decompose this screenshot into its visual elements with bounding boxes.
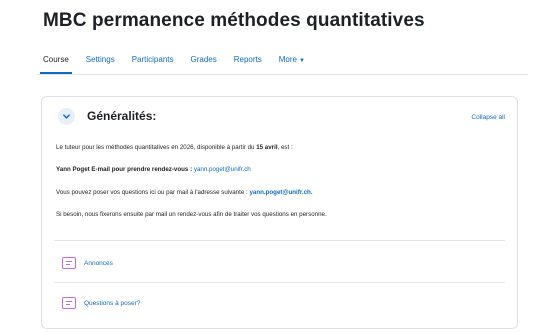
tab-course[interactable]: Course [40,53,72,74]
tab-more-label: More [278,55,297,64]
tab-reports[interactable]: Reports [234,53,262,71]
summary-paragraph: Vous pouvez poser vos questions ici ou p… [56,188,313,197]
section-collapse-toggle[interactable] [58,108,75,125]
summary-text: Le tuteur pour les méthodes quantitative… [56,144,257,151]
nav-divider [37,74,528,75]
email-link[interactable]: yann.poget@unifr.ch [194,166,251,173]
tab-participants[interactable]: Participants [132,53,174,71]
summary-paragraph: Le tuteur pour les méthodes quantitative… [56,143,293,152]
summary-text: , est : [277,144,293,151]
tab-settings[interactable]: Settings [86,53,115,71]
page-title: MBC permanence méthodes quantitatives [43,10,425,31]
activity-annonces[interactable]: Annonces [62,257,113,269]
activity-questions[interactable]: Questions à poser? [62,297,140,309]
summary-date: 15 avril [256,144,278,151]
forum-icon [62,257,76,269]
forum-icon [62,297,76,309]
course-nav: Course Settings Participants Grades Repo… [40,53,322,74]
tutor-contact-label: Yann Poget E-mail pour prendre rendez-vo… [56,166,193,173]
section-card: Généralités: Collapse all Le tuteur pour… [41,96,518,329]
collapse-all-link[interactable]: Collapse all [471,114,505,121]
activity-label[interactable]: Annonces [84,260,113,267]
tab-more[interactable]: More ▼ [279,53,305,71]
email-link[interactable]: yann.poget@unifr.ch. [249,189,312,196]
summary-paragraph: Yann Poget E-mail pour prendre rendez-vo… [56,165,251,174]
chevron-down-icon [63,114,70,119]
chevron-down-icon: ▼ [298,58,305,64]
activity-divider [54,282,505,283]
activity-label[interactable]: Questions à poser? [84,300,140,307]
section-title: Généralités: [87,109,157,123]
summary-paragraph: Si besoin, nous fixerons ensuite par mai… [56,211,327,218]
tab-grades[interactable]: Grades [191,53,217,71]
activity-divider [54,240,505,241]
summary-text: Vous pouvez poser vos questions ici ou p… [56,189,250,196]
